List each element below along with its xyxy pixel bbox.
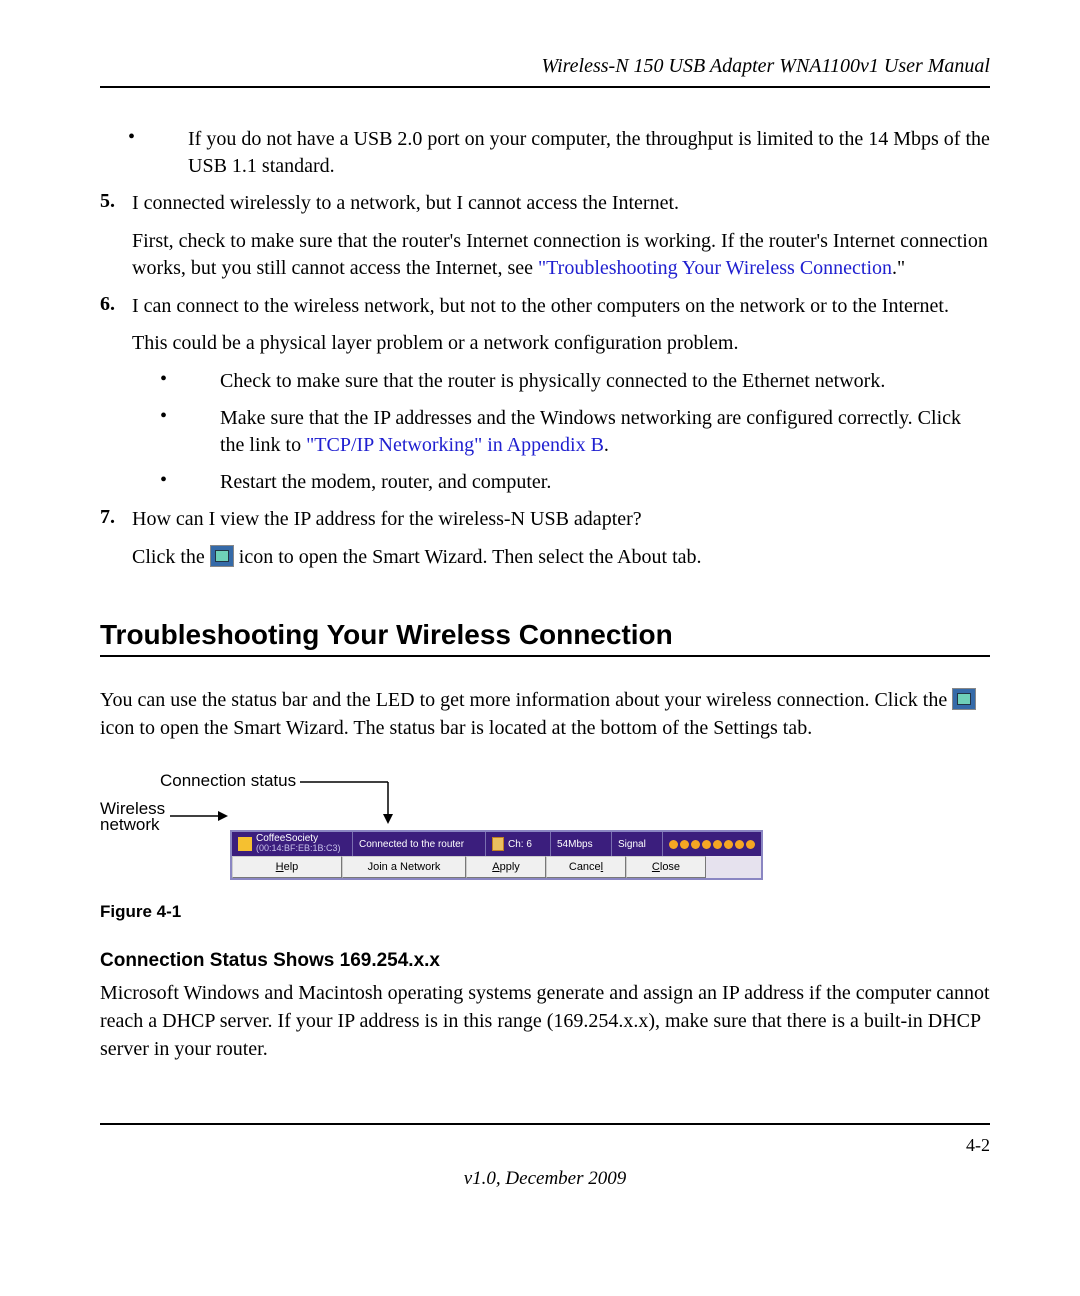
cancel-button[interactable]: Cancel <box>546 856 626 878</box>
close-button[interactable]: Close <box>626 856 706 878</box>
list-item-6: 6. I can connect to the wireless network… <box>100 293 990 321</box>
bullet-item: • Check to make sure that the router is … <box>132 368 990 395</box>
wifi-icon <box>238 837 252 851</box>
item-number: 6. <box>100 293 132 321</box>
callout-connection-status: Connection status <box>160 772 296 790</box>
figure-callouts: Connection status Wireless network <box>100 772 990 830</box>
figure-caption: Figure 4-1 <box>100 902 990 922</box>
smart-wizard-tray-icon <box>952 688 976 710</box>
text-fragment: . <box>604 434 609 456</box>
section-heading: Troubleshooting Your Wireless Connection <box>100 619 990 657</box>
page-number: 4-2 <box>100 1135 990 1156</box>
bullet-item: • If you do not have a USB 2.0 port on y… <box>100 126 990 180</box>
text-fragment: You can use the status bar and the LED t… <box>100 689 952 711</box>
item-number: 5. <box>100 190 132 218</box>
figure-4-1: Connection status Wireless network Coffe… <box>100 772 990 922</box>
bullet-marker: • <box>132 405 220 459</box>
bullet-item: • Make sure that the IP addresses and th… <box>132 405 990 459</box>
link-troubleshooting[interactable]: "Troubleshooting Your Wireless Connectio… <box>538 257 892 279</box>
item-6-answer: This could be a physical layer problem o… <box>132 330 990 358</box>
list-item-7: 7. How can I view the IP address for the… <box>100 506 990 534</box>
section-paragraph: You can use the status bar and the LED t… <box>100 687 990 742</box>
item-question: How can I view the IP address for the wi… <box>132 506 990 534</box>
rate-cell: 54Mbps <box>551 832 612 856</box>
signal-strength-dots <box>663 840 761 849</box>
mac-address: (00:14:BF:EB:1B:C3) <box>256 843 341 853</box>
running-header: Wireless-N 150 USB Adapter WNA1100v1 Use… <box>100 55 990 88</box>
status-bar-button-row: Help Join a Network Apply Cancel Close <box>232 856 761 878</box>
channel-label: Ch: <box>508 839 524 850</box>
connection-status-text: Connected to the router <box>353 832 486 856</box>
bullet-marker: • <box>132 368 220 395</box>
bullet-item: • Restart the modem, router, and compute… <box>132 469 990 496</box>
channel-cell: Ch: 6 <box>486 832 551 856</box>
list-item-5: 5. I connected wirelessly to a network, … <box>100 190 990 218</box>
footer: 4-2 v1.0, December 2009 <box>100 1123 990 1190</box>
version-footer: v1.0, December 2009 <box>100 1168 990 1190</box>
text-fragment: ." <box>892 257 905 279</box>
smart-wizard-tray-icon <box>210 545 234 567</box>
text-fragment: Click the <box>132 546 210 568</box>
bullet-text: If you do not have a USB 2.0 port on you… <box>188 126 990 180</box>
bullet-marker: • <box>100 126 188 180</box>
status-bar: CoffeeSociety (00:14:BF:EB:1B:C3) Connec… <box>230 830 763 880</box>
apply-button[interactable]: Apply <box>466 856 546 878</box>
channel-value: 6 <box>526 839 532 850</box>
item-question: I connected wirelessly to a network, but… <box>132 190 990 218</box>
item-7-answer: Click the icon to open the Smart Wizard.… <box>132 544 990 572</box>
bullet-text: Make sure that the IP addresses and the … <box>220 405 990 459</box>
item-question: I can connect to the wireless network, b… <box>132 293 990 321</box>
bullet-text: Restart the modem, router, and computer. <box>220 469 990 496</box>
text-fragment: icon to open the Smart Wizard. Then sele… <box>239 546 702 568</box>
ssid-name: CoffeeSociety <box>256 833 318 844</box>
help-button[interactable]: Help <box>232 856 342 878</box>
network-cell: CoffeeSociety (00:14:BF:EB:1B:C3) <box>232 832 353 856</box>
file-icon <box>492 837 504 851</box>
bullet-marker: • <box>132 469 220 496</box>
text-fragment: icon to open the Smart Wizard. The statu… <box>100 717 812 739</box>
callout-wireless-line2: network <box>100 815 160 830</box>
item-5-answer: First, check to make sure that the route… <box>132 228 990 283</box>
subsection-heading: Connection Status Shows 169.254.x.x <box>100 950 990 972</box>
status-bar-info-row: CoffeeSociety (00:14:BF:EB:1B:C3) Connec… <box>232 832 761 856</box>
item-number: 7. <box>100 506 132 534</box>
signal-label: Signal <box>612 832 663 856</box>
bullet-text: Check to make sure that the router is ph… <box>220 368 990 395</box>
subsection-paragraph: Microsoft Windows and Macintosh operatin… <box>100 980 990 1063</box>
join-network-button[interactable]: Join a Network <box>342 856 466 878</box>
link-tcpip-appendix[interactable]: "TCP/IP Networking" in Appendix B <box>306 434 604 456</box>
